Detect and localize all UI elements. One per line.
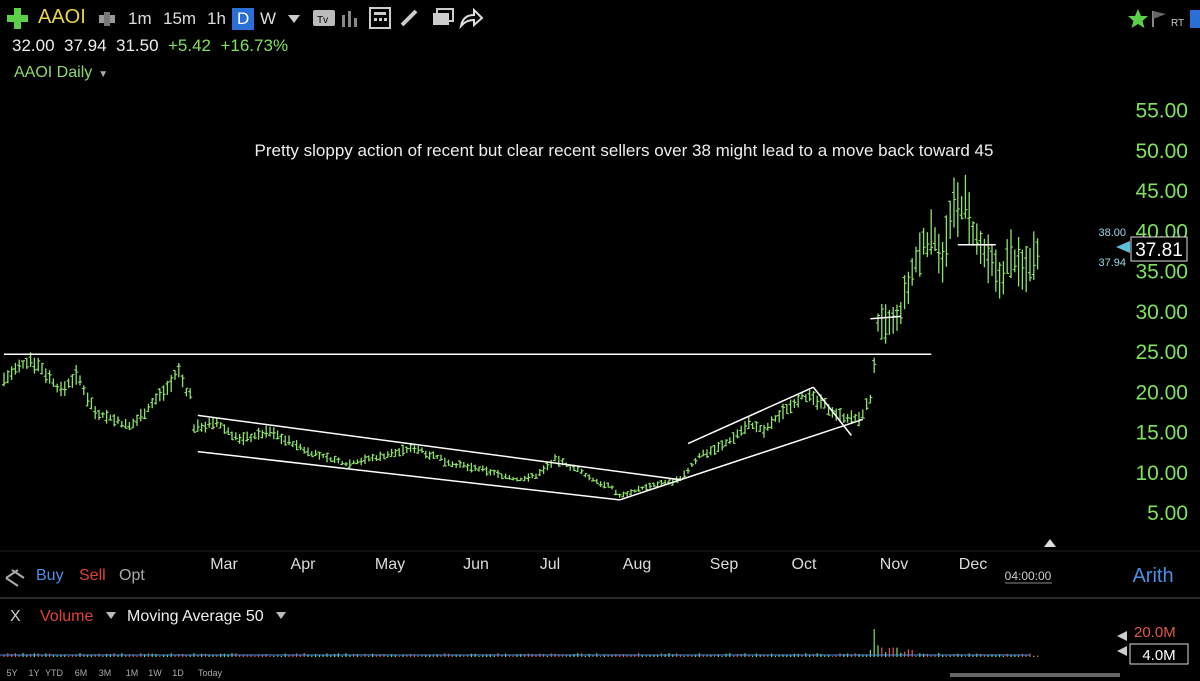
- x-tick-label: Jul: [540, 556, 560, 573]
- x-tick-label: Sep: [710, 556, 739, 573]
- x-tick-label: May: [375, 556, 405, 573]
- indicator-dropdown-icon[interactable]: [276, 612, 286, 619]
- scroll-up-icon[interactable]: [1044, 539, 1056, 547]
- buy-button[interactable]: Buy: [36, 567, 64, 584]
- range-button-6m[interactable]: 6M: [75, 668, 88, 678]
- y-tick-label: 45.00: [1135, 180, 1188, 203]
- time-label: 04:00:00: [1005, 569, 1052, 583]
- range-button-1d[interactable]: 1D: [172, 668, 184, 678]
- x-tick-label: Oct: [792, 556, 817, 573]
- trendline[interactable]: [197, 414, 681, 481]
- y-tick-label: 25.00: [1135, 341, 1188, 364]
- range-button-1m[interactable]: 1M: [126, 668, 139, 678]
- y-tick-label: 55.00: [1135, 100, 1188, 123]
- sell-button[interactable]: Sell: [79, 567, 106, 584]
- price-pointer-icon: [1116, 241, 1130, 253]
- trendline[interactable]: [197, 450, 620, 501]
- arith-scale-toggle[interactable]: Arith: [1132, 565, 1173, 587]
- collapse-icon[interactable]: [5, 569, 25, 587]
- annotation-text: Pretty sloppy action of recent but clear…: [255, 141, 994, 160]
- x-tick-label: Mar: [210, 556, 238, 573]
- y-tick-label: 15.00: [1135, 422, 1188, 445]
- y-tick-label: 35.00: [1135, 261, 1188, 284]
- range-button-today[interactable]: Today: [198, 668, 223, 678]
- volume-axis-pointer-icon: [1117, 631, 1127, 641]
- range-button-1w[interactable]: 1W: [148, 668, 162, 678]
- x-tick-label: Jun: [463, 556, 489, 573]
- price-chart[interactable]: Pretty sloppy action of recent but clear…: [0, 0, 1200, 681]
- options-button[interactable]: Opt: [119, 567, 145, 584]
- y-tick-label: 30.00: [1135, 301, 1188, 324]
- horizontal-scrollbar[interactable]: [950, 673, 1120, 677]
- trendline[interactable]: [812, 386, 852, 436]
- trendline[interactable]: [687, 386, 814, 445]
- x-tick-label: Dec: [959, 556, 987, 573]
- indicator-label[interactable]: Moving Average 50: [127, 608, 264, 625]
- y-tick-label: 5.00: [1147, 502, 1188, 525]
- x-tick-label: Aug: [623, 556, 651, 573]
- close-marker-label: 37.94: [1098, 257, 1126, 269]
- y-tick-label: 20.00: [1135, 381, 1188, 404]
- range-button-ytd[interactable]: YTD: [45, 668, 64, 678]
- y-tick-label: 50.00: [1135, 140, 1188, 163]
- range-button-1y[interactable]: 1Y: [28, 668, 39, 678]
- range-button-3m[interactable]: 3M: [99, 668, 112, 678]
- x-tick-label: Apr: [291, 556, 317, 573]
- close-volume-button[interactable]: X: [10, 608, 21, 625]
- volume-dropdown-icon[interactable]: [106, 612, 116, 619]
- y-tick-label: 10.00: [1135, 462, 1188, 485]
- range-button-5y[interactable]: 5Y: [6, 668, 17, 678]
- high-marker-label: 38.00: [1098, 227, 1126, 239]
- volume-axis-label: 20.0M: [1134, 624, 1176, 641]
- x-tick-label: Nov: [880, 556, 908, 573]
- volume-pointer-icon: [1117, 646, 1127, 656]
- volume-value-label: 4.0M: [1142, 647, 1175, 664]
- volume-label[interactable]: Volume: [40, 608, 93, 625]
- current-price-label: 37.81: [1135, 240, 1183, 261]
